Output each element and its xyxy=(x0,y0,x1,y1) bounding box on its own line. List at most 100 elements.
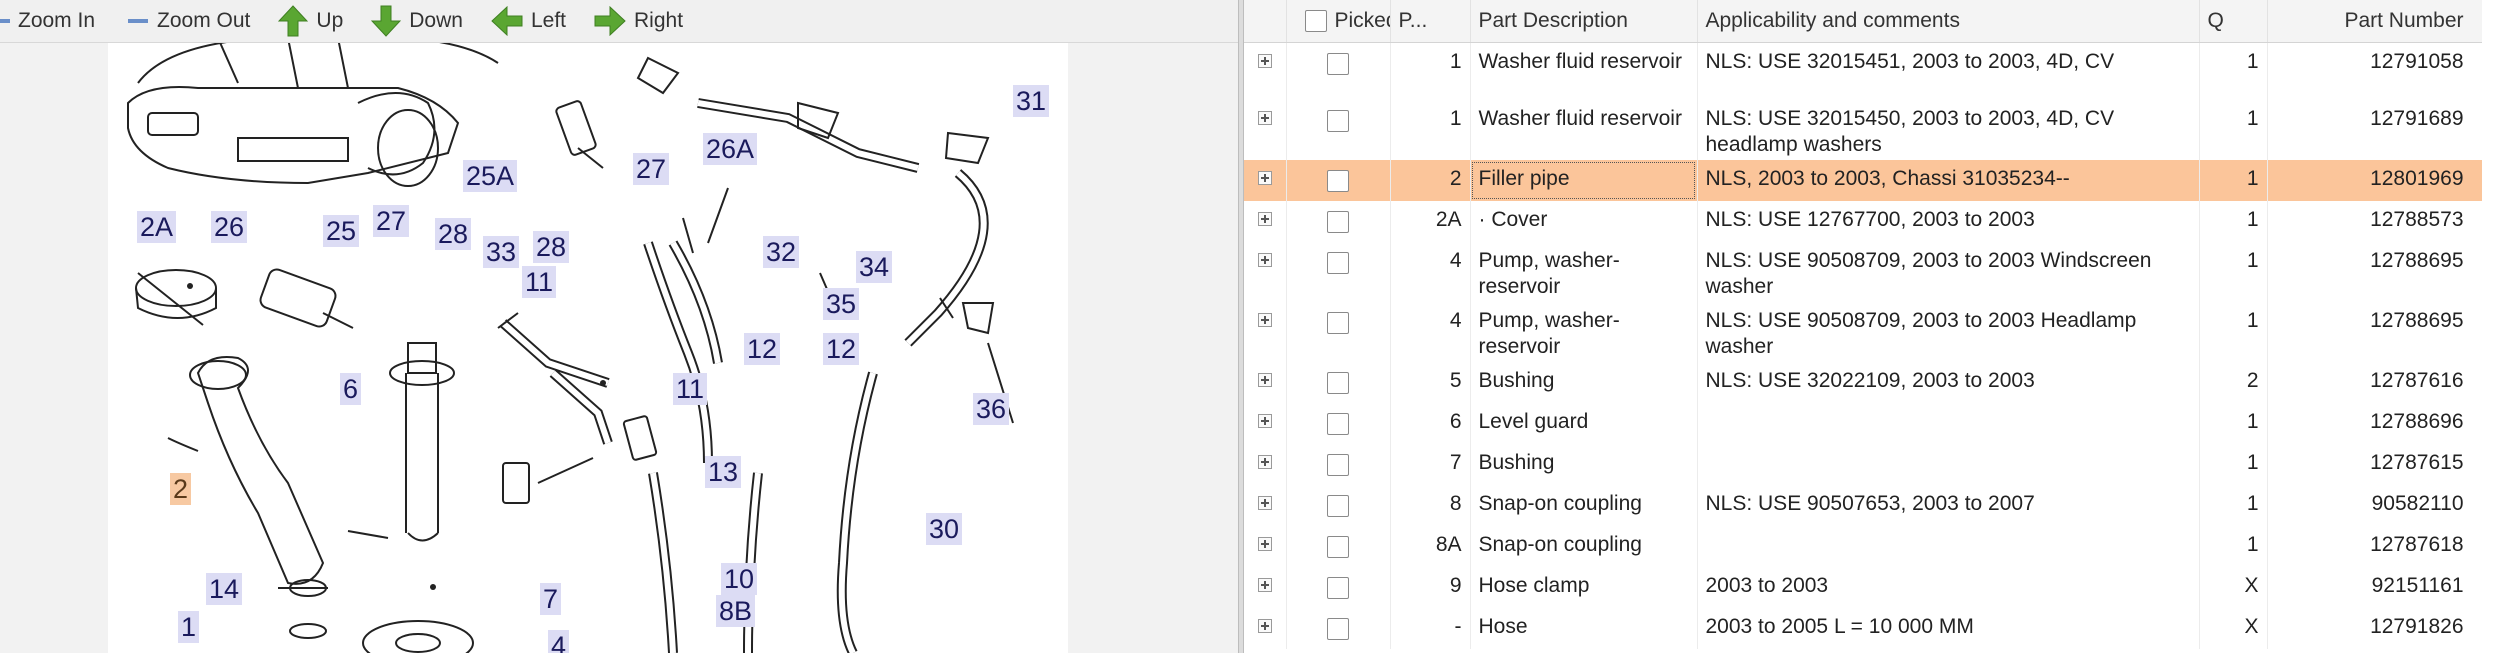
zoom-out-icon xyxy=(128,19,149,23)
pan-down-button[interactable]: Down xyxy=(355,0,475,42)
picked-checkbox[interactable] xyxy=(1327,169,1349,192)
zoom-in-button[interactable]: Zoom In xyxy=(0,0,107,42)
header-picked[interactable]: Picked xyxy=(1286,0,1391,43)
description-cell: Washer fluid reservoir xyxy=(1470,42,1698,100)
callout-28[interactable]: 28 xyxy=(435,218,472,250)
expand-icon[interactable] xyxy=(1257,110,1272,125)
select-all-checkbox[interactable] xyxy=(1304,10,1327,33)
table-row[interactable]: 1 Washer fluid reservoir NLS: USE 32015450… xyxy=(1244,99,2482,160)
expand-icon[interactable] xyxy=(1257,372,1272,387)
pan-up-button[interactable]: Up xyxy=(262,0,355,42)
part-number-cell: 12788696 xyxy=(2267,402,2482,444)
callout-25a[interactable]: 25A xyxy=(463,160,518,192)
picked-checkbox[interactable] xyxy=(1327,576,1349,599)
picked-checkbox[interactable] xyxy=(1327,53,1349,75)
picked-checkbox[interactable] xyxy=(1327,109,1349,132)
picked-checkbox[interactable] xyxy=(1327,210,1349,233)
table-row[interactable]: 5 Bushing NLS: USE 32022109, 2003 to 2003 2… xyxy=(1244,361,2482,403)
quantity-cell: 1 xyxy=(2199,443,2268,485)
picked-checkbox[interactable] xyxy=(1327,412,1349,435)
callout-2-highlighted[interactable]: 2 xyxy=(170,473,192,505)
expand-icon[interactable] xyxy=(1257,454,1272,469)
applicability-cell: NLS: USE 12767700, 2003 to 2003 xyxy=(1697,200,2200,242)
table-row[interactable]: 4 Pump, washer-reservoir NLS: USE 90508709… xyxy=(1244,241,2482,302)
picked-cell xyxy=(1286,566,1391,608)
applicability-cell: NLS: USE 32015450, 2003 to 2003, 4D, CV … xyxy=(1697,99,2200,160)
quantity-cell: X xyxy=(2199,607,2268,649)
callout-8b[interactable]: 8B xyxy=(716,595,756,627)
expand-icon[interactable] xyxy=(1257,618,1272,633)
callout-35[interactable]: 35 xyxy=(823,288,860,320)
callout-2a[interactable]: 2A xyxy=(137,211,177,243)
header-description[interactable]: Part Description xyxy=(1470,0,1698,43)
picked-checkbox[interactable] xyxy=(1327,617,1349,640)
pan-right-button[interactable]: Right xyxy=(578,0,695,42)
expand-icon[interactable] xyxy=(1257,211,1272,226)
callout-6[interactable]: 6 xyxy=(340,373,362,405)
picked-checkbox[interactable] xyxy=(1327,311,1349,334)
part-number-cell: 12791058 xyxy=(2267,42,2482,100)
header-quantity[interactable]: Q xyxy=(2199,0,2268,43)
header-position[interactable]: P... xyxy=(1390,0,1471,43)
picked-checkbox[interactable] xyxy=(1327,251,1349,274)
table-row[interactable]: 2 Filler pipe NLS, 2003 to 2003, Chassi 31… xyxy=(1244,159,2482,201)
quantity-cell: 1 xyxy=(2199,99,2268,160)
callout-36[interactable]: 36 xyxy=(973,393,1010,425)
table-row[interactable]: 9 Hose clamp 2003 to 2003 X 92151161 xyxy=(1244,566,2482,608)
expand-icon[interactable] xyxy=(1257,170,1272,185)
table-row[interactable]: 2A · Cover NLS: USE 12767700, 2003 to 2003… xyxy=(1244,200,2482,242)
picked-checkbox[interactable] xyxy=(1327,371,1349,394)
header-applicability[interactable]: Applicability and comments xyxy=(1697,0,2200,43)
description-cell: Hose xyxy=(1470,607,1698,649)
callout-14[interactable]: 14 xyxy=(206,573,243,605)
expand-cell xyxy=(1244,525,1287,567)
parts-diagram[interactable]: 31 25A 27 26A 2A 26 25 27 28 33 28 32 11… xyxy=(108,43,1068,653)
zoom-out-label: Zoom Out xyxy=(157,9,251,32)
callout-33[interactable]: 33 xyxy=(483,236,520,268)
picked-checkbox[interactable] xyxy=(1327,453,1349,476)
zoom-out-button[interactable]: Zoom Out xyxy=(107,0,262,42)
callout-34[interactable]: 34 xyxy=(856,251,893,283)
callout-25[interactable]: 25 xyxy=(323,215,360,247)
applicability-cell xyxy=(1697,443,2200,485)
callout-28b[interactable]: 28 xyxy=(533,231,570,263)
picked-cell xyxy=(1286,443,1391,485)
callout-7[interactable]: 7 xyxy=(540,583,562,615)
expand-icon[interactable] xyxy=(1257,54,1272,68)
callout-4[interactable]: 4 xyxy=(548,630,570,653)
callout-13[interactable]: 13 xyxy=(705,456,742,488)
callout-11[interactable]: 11 xyxy=(522,266,557,298)
callout-1[interactable]: 1 xyxy=(178,611,200,643)
table-row[interactable]: 8 Snap-on coupling NLS: USE 90507653, 2003… xyxy=(1244,484,2482,526)
callout-26a[interactable]: 26A xyxy=(703,133,758,165)
callout-12b[interactable]: 12 xyxy=(823,333,860,365)
table-row[interactable]: 4 Pump, washer-reservoir NLS: USE 90508709… xyxy=(1244,301,2482,362)
callout-11b[interactable]: 11 xyxy=(673,373,708,405)
callout-12[interactable]: 12 xyxy=(744,333,781,365)
expand-icon[interactable] xyxy=(1257,577,1272,592)
callout-31[interactable]: 31 xyxy=(1013,85,1050,117)
header-part-number[interactable]: Part Number xyxy=(2267,0,2482,43)
table-row[interactable]: - Hose 2003 to 2005 L = 10 000 MM X 12791826 xyxy=(1244,607,2482,649)
callout-10[interactable]: 10 xyxy=(721,563,758,595)
part-number-cell: 12801969 xyxy=(2267,159,2482,201)
table-row[interactable]: 8A Snap-on coupling 1 12787618 xyxy=(1244,525,2482,567)
pan-left-button[interactable]: Left xyxy=(475,0,578,42)
table-row[interactable]: 7 Bushing 1 12787615 xyxy=(1244,443,2482,485)
expand-icon[interactable] xyxy=(1257,495,1272,510)
callout-27b[interactable]: 27 xyxy=(373,205,410,237)
picked-cell xyxy=(1286,607,1391,649)
callout-27[interactable]: 27 xyxy=(633,153,670,185)
expand-icon[interactable] xyxy=(1257,536,1272,551)
expand-icon[interactable] xyxy=(1257,312,1272,327)
expand-icon[interactable] xyxy=(1257,252,1272,267)
expand-icon[interactable] xyxy=(1257,413,1272,428)
table-row[interactable]: 6 Level guard 1 12788696 xyxy=(1244,402,2482,444)
callout-32[interactable]: 32 xyxy=(763,236,800,268)
callout-26[interactable]: 26 xyxy=(211,211,248,243)
table-row[interactable]: 1 Washer fluid reservoir NLS: USE 32015451… xyxy=(1244,42,2482,100)
callout-30[interactable]: 30 xyxy=(926,513,963,545)
picked-checkbox[interactable] xyxy=(1327,494,1349,517)
picked-checkbox[interactable] xyxy=(1327,535,1349,558)
part-number-cell: 12791826 xyxy=(2267,607,2482,649)
